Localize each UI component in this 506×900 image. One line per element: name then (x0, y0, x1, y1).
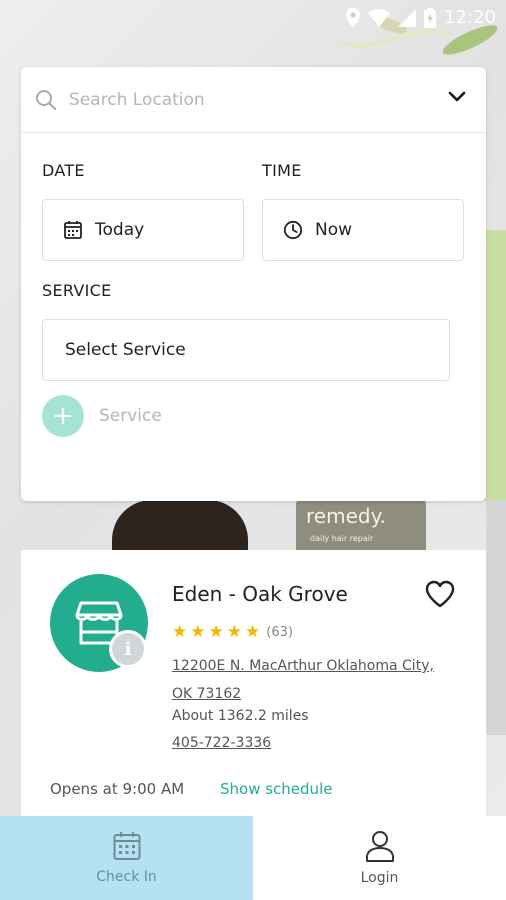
store-name[interactable]: Eden - Oak Grove (172, 582, 348, 606)
user-icon (365, 831, 394, 862)
background-panel (486, 500, 506, 735)
favorite-heart-icon[interactable] (425, 580, 455, 608)
bottle-image-remedy: remedy. daily hair repair (296, 500, 426, 550)
nav-login-label: Login (360, 870, 399, 886)
battery-icon (424, 7, 437, 28)
service-select[interactable]: Select Service (42, 319, 450, 381)
location-search-bar[interactable] (21, 67, 486, 133)
leaf-decoration (484, 230, 506, 500)
star-icon: ★ (208, 622, 224, 642)
plus-icon: + (42, 395, 84, 437)
date-picker[interactable]: Today (42, 199, 244, 261)
store-address-link[interactable]: 12200E N. MacArthur Oklahoma City, OK 73… (172, 652, 442, 708)
add-service-button[interactable]: + Service (42, 395, 162, 437)
star-icon: ★ (190, 622, 206, 642)
star-icon: ★ (245, 622, 261, 642)
nav-check-in-label: Check In (96, 869, 157, 885)
nav-check-in[interactable]: Check In (0, 816, 253, 900)
status-bar: 12:20 (0, 0, 506, 36)
store-distance: About 1362.2 miles (172, 708, 309, 724)
bottle-image (112, 500, 248, 550)
clock: 12:20 (444, 7, 496, 28)
rating-count: (63) (266, 624, 293, 640)
chevron-down-icon[interactable] (448, 91, 466, 103)
star-icon: ★ (226, 622, 242, 642)
search-card: DATE TIME Today Now SERVICE Select Servi… (21, 67, 486, 501)
opening-time: Opens at 9:00 AM (50, 780, 185, 798)
date-value: Today (95, 220, 145, 240)
rating-stars: ★ ★ ★ ★ ★ (63) (172, 622, 293, 642)
search-location-input[interactable] (69, 87, 429, 113)
bottom-navigation: Check In Login (0, 816, 506, 900)
time-label: TIME (262, 161, 302, 180)
store-card[interactable]: i Eden - Oak Grove ★ ★ ★ ★ ★ (63) 12200E… (21, 550, 486, 818)
signal-icon (398, 8, 417, 27)
bottle-subtext: daily hair repair (310, 534, 374, 543)
calendar-icon (64, 221, 82, 239)
time-picker[interactable]: Now (262, 199, 464, 261)
service-label: SERVICE (42, 281, 112, 300)
store-phone-link[interactable]: 405-722-3336 (172, 735, 271, 751)
search-icon (36, 90, 57, 111)
time-value: Now (315, 220, 353, 240)
service-select-value: Select Service (65, 340, 186, 360)
bottle-brand: remedy. (306, 504, 386, 528)
nav-login[interactable]: Login (253, 816, 506, 900)
star-icon: ★ (172, 622, 188, 642)
wifi-icon (368, 8, 391, 27)
date-label: DATE (42, 161, 85, 180)
info-icon[interactable]: i (109, 630, 147, 668)
add-service-label: Service (99, 406, 162, 426)
calendar-grid-icon (113, 832, 140, 860)
location-icon (346, 7, 361, 28)
show-schedule-link[interactable]: Show schedule (220, 780, 332, 798)
clock-icon (283, 220, 303, 240)
